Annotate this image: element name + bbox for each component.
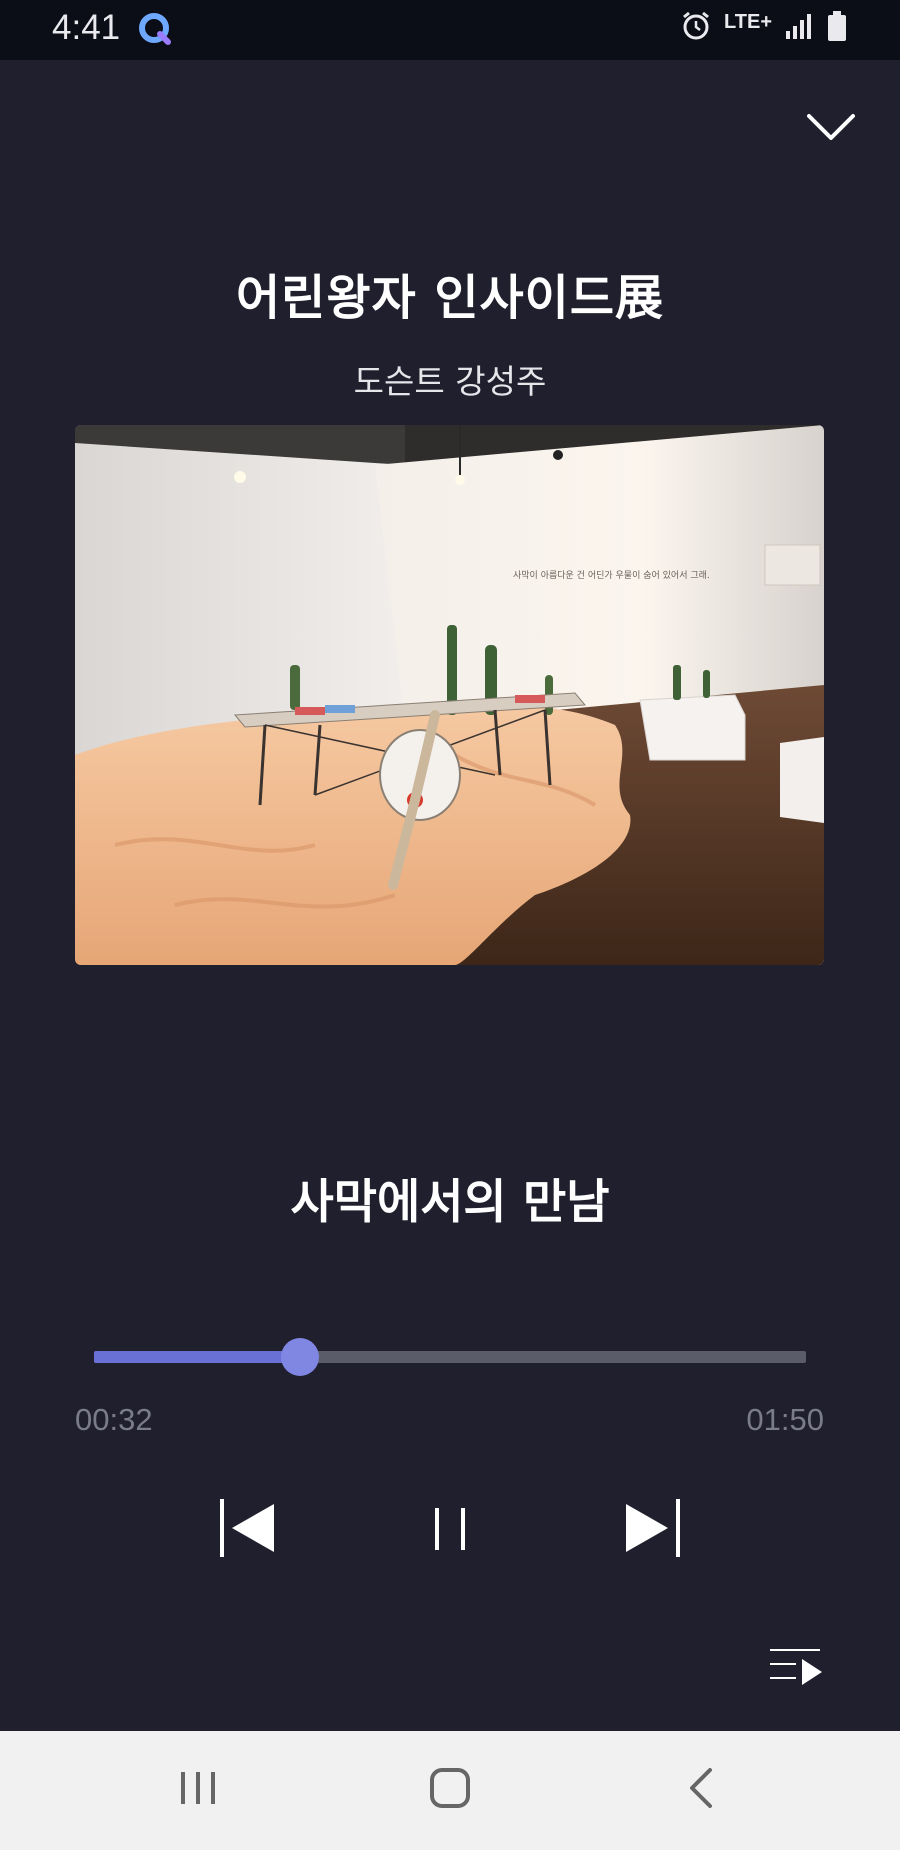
playlist-icon: [770, 1649, 822, 1685]
status-bar: 4:41 LTE+: [0, 0, 900, 60]
status-icons: LTE+: [680, 10, 848, 46]
exhibition-title: 어린왕자 인사이드展: [236, 270, 664, 326]
progress-slider[interactable]: [94, 1338, 806, 1376]
exhibition-photo: 사막이 아름다운 건 어딘가 우물이 숨어 있어서 그래.: [75, 425, 824, 965]
alarm-icon: [680, 10, 712, 46]
status-time: 4:41: [52, 8, 121, 47]
quick-app-icon: [136, 10, 176, 54]
next-icon: [626, 1499, 680, 1557]
recent-apps-icon: [181, 1772, 215, 1804]
back-icon: [690, 1768, 712, 1808]
progress-fill: [94, 1351, 301, 1363]
signal-icon: [784, 11, 814, 45]
previous-icon: [220, 1499, 274, 1557]
system-nav-bar: [0, 1731, 900, 1850]
wall-quote: 사막이 아름다운 건 어딘가 우물이 숨어 있어서 그래.: [513, 569, 710, 581]
pause-button[interactable]: [432, 1496, 468, 1564]
track-title: 사막에서의 만남: [290, 1175, 610, 1230]
playlist-button[interactable]: [768, 1645, 824, 1693]
next-button[interactable]: [622, 1496, 682, 1564]
current-time: 00:32: [75, 1402, 153, 1437]
network-label: LTE+: [724, 10, 772, 33]
home-icon: [430, 1768, 470, 1808]
home-button[interactable]: [428, 1766, 472, 1814]
recent-apps-button[interactable]: [178, 1766, 218, 1814]
docent-name: 도슨트 강성주: [353, 362, 547, 401]
pause-icon: [435, 1508, 465, 1550]
previous-button[interactable]: [218, 1496, 278, 1564]
battery-icon: [826, 10, 848, 46]
chevron-down-icon: [807, 114, 855, 140]
back-button[interactable]: [686, 1766, 716, 1814]
total-time: 01:50: [746, 1402, 824, 1437]
collapse-button[interactable]: [804, 108, 858, 148]
progress-thumb[interactable]: [281, 1338, 320, 1376]
